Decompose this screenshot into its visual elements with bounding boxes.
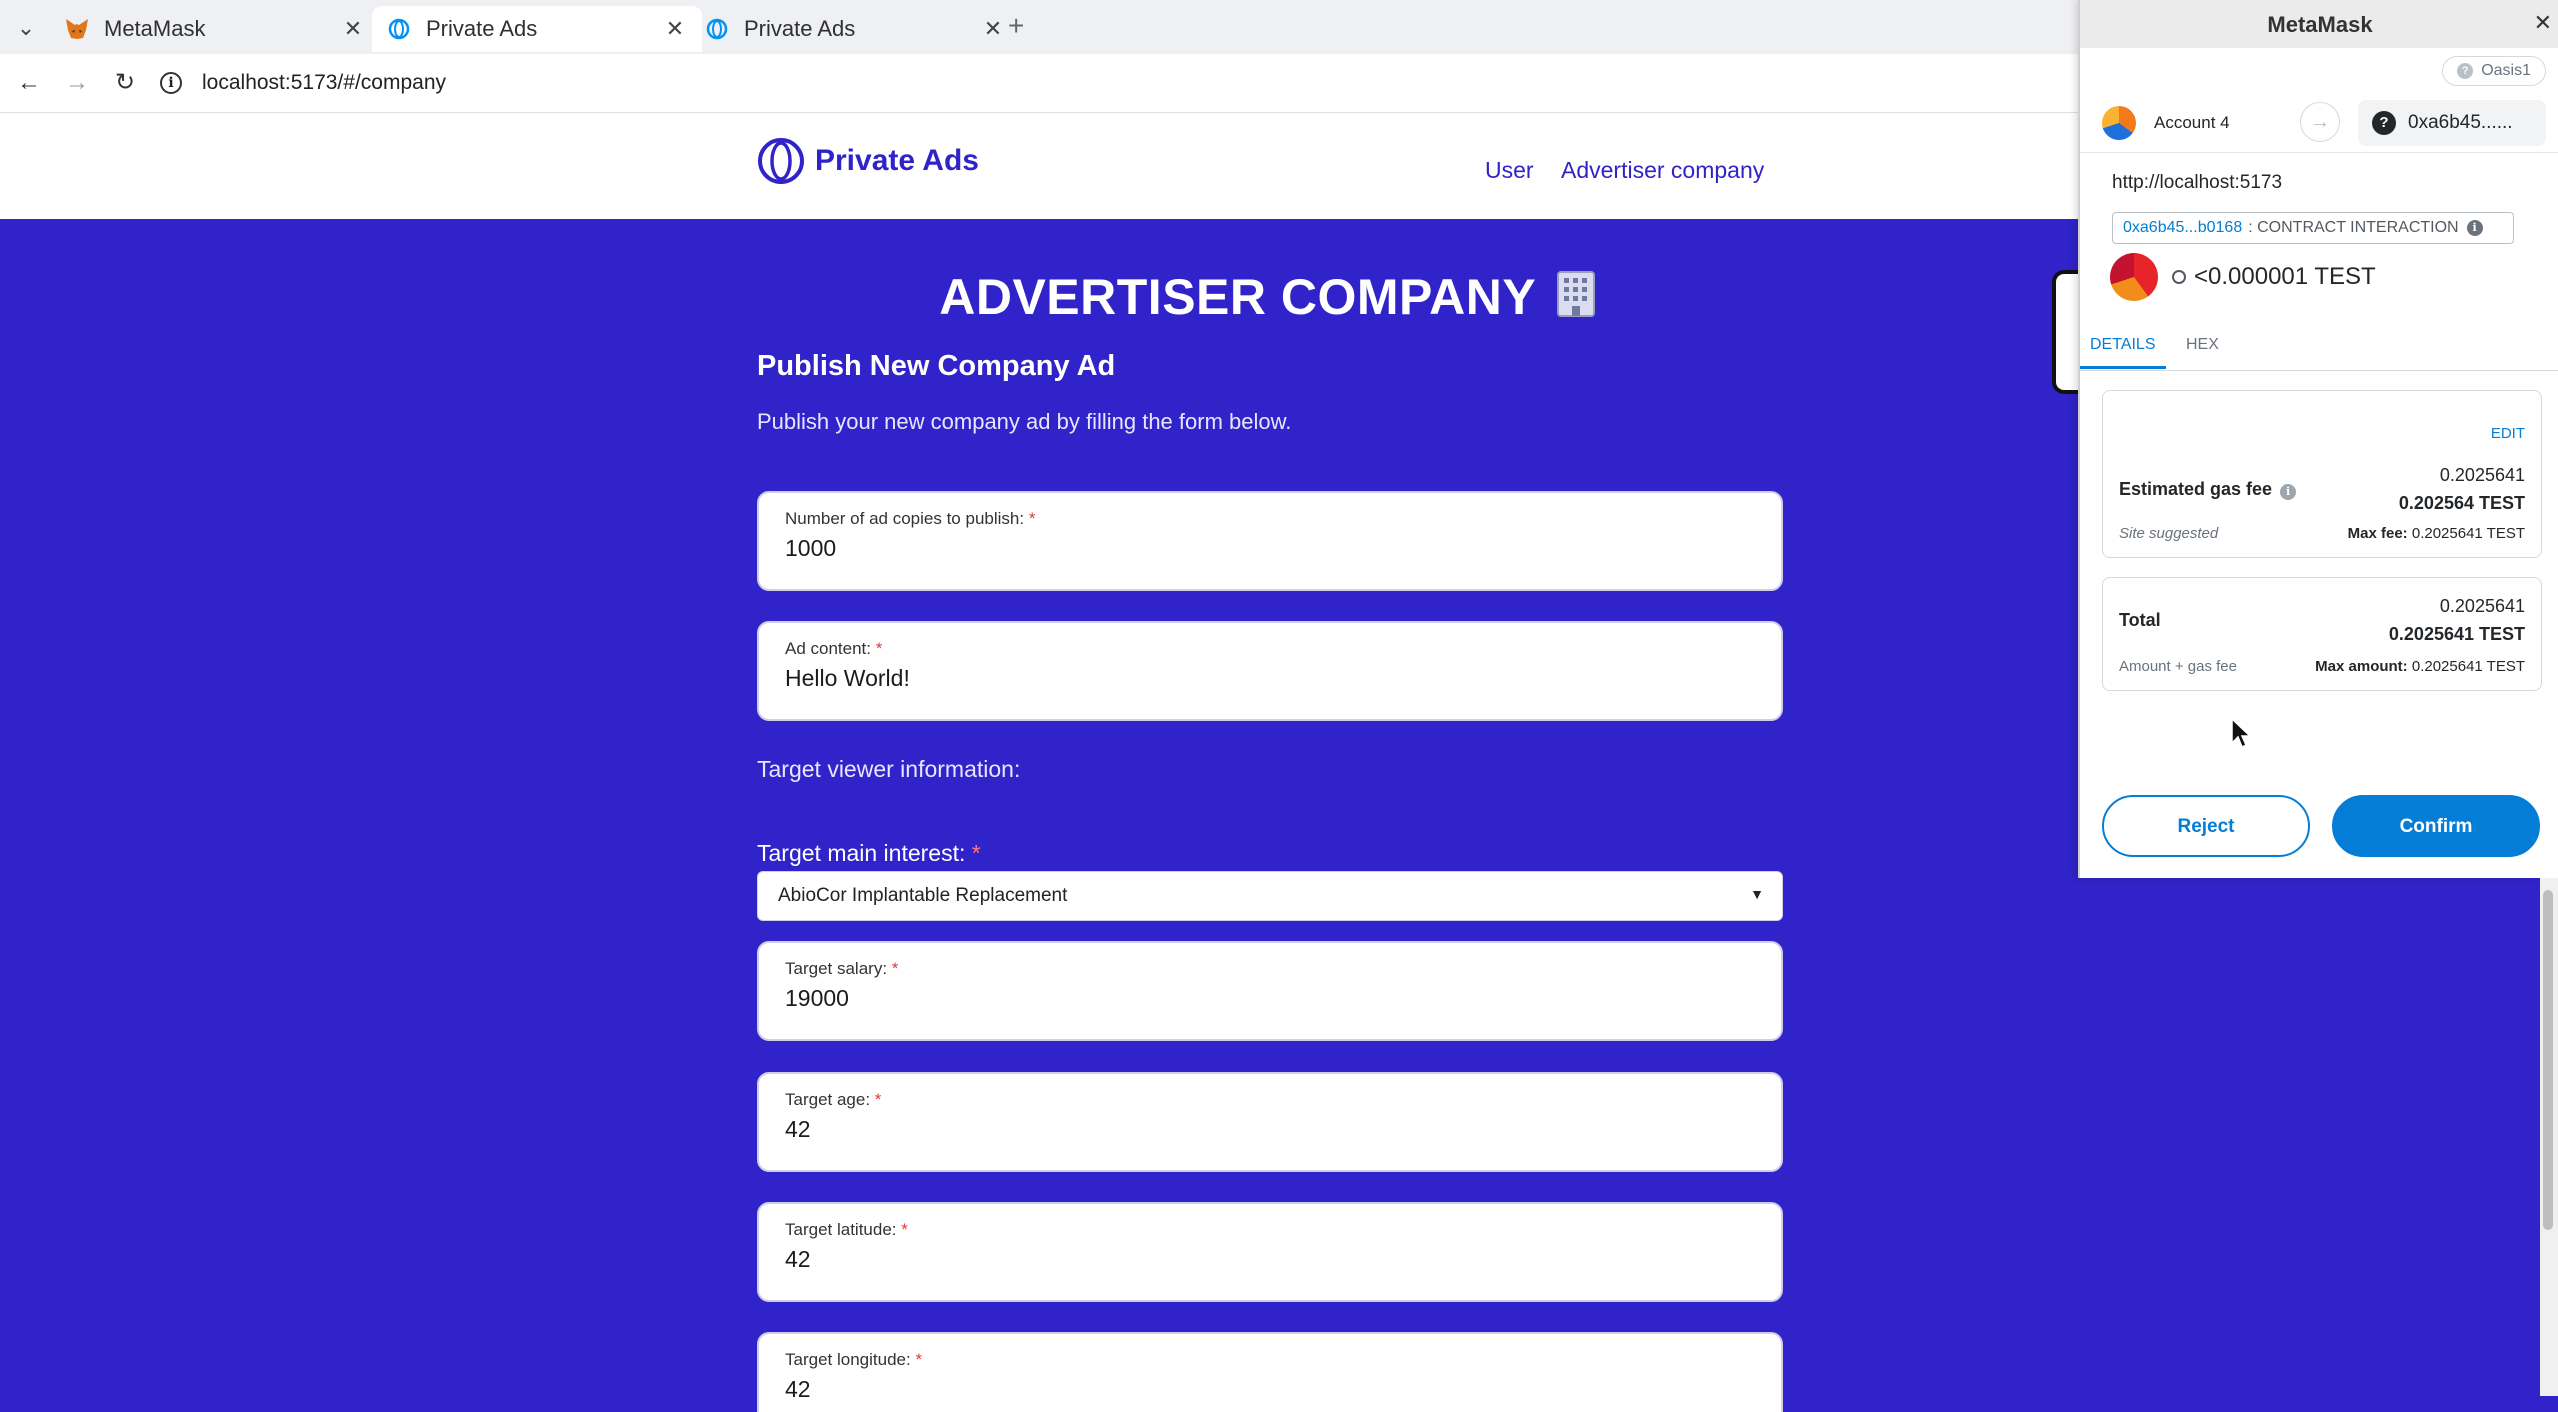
field-value: 42 xyxy=(785,1376,811,1402)
info-icon[interactable]: i xyxy=(2280,484,2297,500)
gas-fee-value: 0.2025641 xyxy=(2439,465,2525,485)
close-icon[interactable]: ✕ xyxy=(980,16,1006,42)
confirm-button[interactable]: Confirm xyxy=(2332,795,2540,857)
field-value: 1000 xyxy=(785,535,837,561)
office-building-icon xyxy=(1556,271,1595,317)
network-question-icon: ? xyxy=(2457,63,2474,79)
tab-private-ads[interactable]: Private Ads ✕ xyxy=(690,6,1020,52)
nav-advertiser-company-link[interactable]: Advertiser company xyxy=(1561,157,1764,184)
amount-value: <0.000001 TEST xyxy=(2194,263,2376,290)
close-icon[interactable]: ✕ xyxy=(340,16,366,42)
back-arrow-icon[interactable]: ← xyxy=(12,66,46,100)
close-icon[interactable]: ✕ xyxy=(662,16,688,42)
request-origin: http://localhost:5173 xyxy=(2112,172,2283,193)
tab-title: Private Ads xyxy=(744,16,856,41)
target-latitude-field[interactable]: Target latitude: * 42 xyxy=(757,1202,1783,1302)
to-account[interactable]: ? 0xa6b45...... xyxy=(2358,100,2546,146)
intro-text: Publish your new company ad by filling t… xyxy=(757,409,1292,434)
field-value: 42 xyxy=(785,1116,811,1142)
section-heading: Publish New Company Ad xyxy=(757,350,1116,382)
brand-logo-link[interactable]: Private Ads xyxy=(757,137,979,185)
info-icon[interactable]: i xyxy=(2466,220,2483,236)
field-value: 19000 xyxy=(785,985,849,1011)
active-tab-indicator xyxy=(2080,366,2166,369)
to-account-address: 0xa6b45...... xyxy=(2408,112,2513,133)
field-label: Ad content: * xyxy=(785,639,883,658)
interest-label: Target main interest: * xyxy=(757,840,981,866)
total-hint: Amount + gas fee xyxy=(2119,658,2237,675)
field-label: Number of ad copies to publish: * xyxy=(785,509,1036,528)
page-scrollbar-thumb[interactable] xyxy=(2543,890,2553,1230)
url-text: localhost:5173/#/company xyxy=(202,71,446,94)
metamask-titlebar: MetaMask ✕ xyxy=(2080,0,2558,48)
metamask-popup: MetaMask ✕ ? Oasis1 Account 4 → ? 0xa6b4… xyxy=(2078,0,2558,878)
field-label: Target age: * xyxy=(785,1090,882,1109)
arrow-right-icon: → xyxy=(2300,102,2340,142)
gas-fee-value-bold: 0.202564 TEST xyxy=(2398,493,2525,513)
tab-title: Private Ads xyxy=(426,16,538,41)
tab-details[interactable]: DETAILS xyxy=(2090,336,2156,354)
brand-name: Private Ads xyxy=(815,144,979,177)
page-title-text: ADVERTISER COMPANY xyxy=(939,269,1536,325)
new-tab-plus-icon[interactable]: + xyxy=(1008,10,1024,42)
gas-hint: Site suggested xyxy=(2119,525,2219,542)
field-label: Target longitude: * xyxy=(785,1350,923,1369)
target-salary-field[interactable]: Target salary: * 19000 xyxy=(757,941,1783,1041)
close-icon[interactable]: ✕ xyxy=(2534,10,2552,36)
interest-selected-value: AbioCor Implantable Replacement xyxy=(778,885,1068,906)
target-section-label: Target viewer information: xyxy=(757,756,1021,782)
ad-copies-field[interactable]: Number of ad copies to publish: * 1000 xyxy=(757,491,1783,591)
forward-arrow-icon[interactable]: → xyxy=(60,66,94,100)
network-name: Oasis1 xyxy=(2481,62,2531,79)
tab-private-ads-active[interactable]: Private Ads ✕ xyxy=(372,6,702,52)
oasis-logo-icon xyxy=(758,138,804,184)
network-badge[interactable]: ? Oasis1 xyxy=(2442,56,2546,86)
currency-dot-icon xyxy=(2172,270,2186,284)
target-age-field[interactable]: Target age: * 42 xyxy=(757,1072,1783,1172)
dropdown-caret-icon: ▼ xyxy=(1750,886,1764,902)
fox-icon xyxy=(64,16,90,42)
field-label: Target salary: * xyxy=(785,959,899,978)
tab-metamask[interactable]: MetaMask ✕ xyxy=(50,6,380,52)
tab-hex[interactable]: HEX xyxy=(2186,336,2219,354)
contract-address[interactable]: 0xa6b45...b0168 xyxy=(2123,219,2242,237)
metamask-tabs: DETAILS HEX xyxy=(2080,328,2558,371)
contract-avatar xyxy=(2110,253,2158,301)
account-row: Account 4 → ? 0xa6b45...... xyxy=(2080,96,2558,153)
ad-content-field[interactable]: Ad content: * Hello World! xyxy=(757,621,1783,721)
total-value: 0.2025641 xyxy=(2439,596,2525,616)
oasis-icon xyxy=(386,16,412,42)
interest-select[interactable]: AbioCor Implantable Replacement ▼ xyxy=(757,871,1783,921)
account-avatar xyxy=(2102,106,2136,140)
oasis-icon xyxy=(704,16,730,42)
total-label: Total xyxy=(2119,610,2161,630)
contract-interaction-badge[interactable]: 0xa6b45...b0168 : CONTRACT INTERACTION i xyxy=(2112,212,2514,244)
from-account[interactable]: Account 4 xyxy=(2102,106,2230,140)
tab-title: MetaMask xyxy=(104,16,206,41)
field-value: 42 xyxy=(785,1246,811,1272)
field-label: Target latitude: * xyxy=(785,1220,908,1239)
target-longitude-field[interactable]: Target longitude: * 42 xyxy=(757,1332,1783,1412)
total-value-bold: 0.2025641 TEST xyxy=(2388,624,2525,644)
reload-icon[interactable]: ↻ xyxy=(108,66,142,100)
metamask-title: MetaMask xyxy=(2267,12,2373,37)
contract-label: : CONTRACT INTERACTION xyxy=(2248,219,2459,236)
edit-gas-link[interactable]: EDIT xyxy=(2491,425,2525,442)
max-amount: Max amount: 0.2025641 TEST xyxy=(2315,658,2525,675)
field-value: Hello World! xyxy=(785,665,910,691)
max-fee: Max fee: 0.2025641 TEST xyxy=(2347,525,2525,542)
gas-fee-card: EDIT Estimated gas fee i 0.2025641 0.2025… xyxy=(2102,390,2542,558)
address-bar[interactable]: i localhost:5173/#/company xyxy=(160,63,2060,103)
nav-user-link[interactable]: User xyxy=(1485,157,1534,184)
total-card: Total 0.2025641 0.2025641 TEST Amount + … xyxy=(2102,577,2542,691)
site-info-icon[interactable]: i xyxy=(160,72,182,94)
gas-fee-label: Estimated gas fee i xyxy=(2119,479,2297,500)
reject-button[interactable]: Reject xyxy=(2102,795,2310,857)
unknown-account-question-icon: ? xyxy=(2372,111,2396,135)
from-account-name: Account 4 xyxy=(2154,113,2230,132)
transaction-amount: <0.000001 TEST xyxy=(2110,253,2376,301)
mouse-cursor-icon xyxy=(2231,718,2252,749)
tab-list-dropdown-icon[interactable]: ⌄ xyxy=(10,12,42,44)
